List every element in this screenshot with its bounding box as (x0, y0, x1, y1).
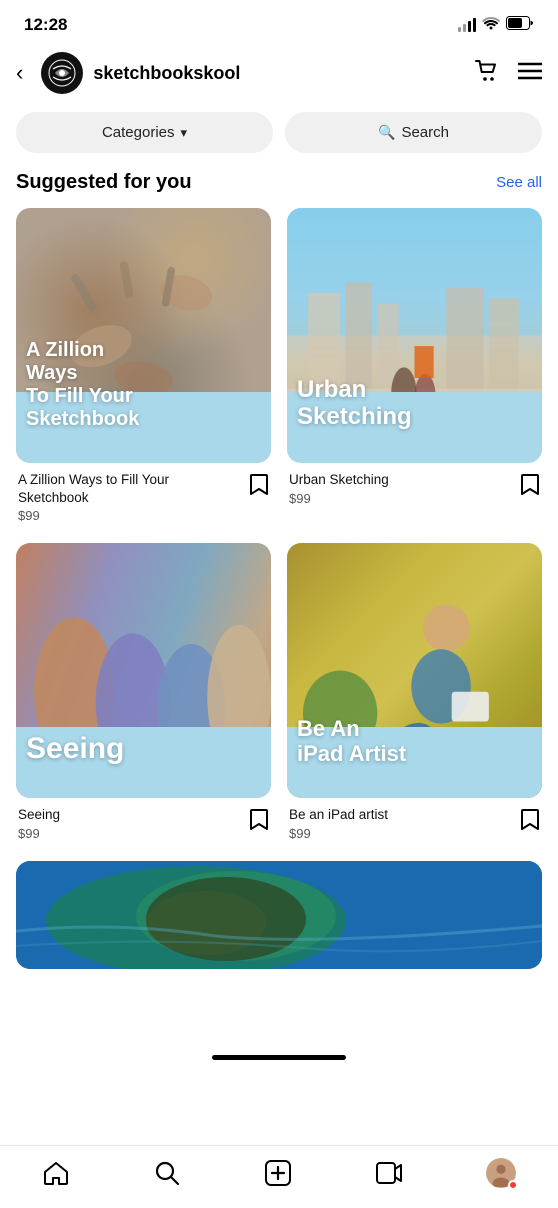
back-button[interactable]: ‹ (16, 56, 31, 90)
course-text-3: Seeing $99 (18, 806, 60, 841)
channel-name: sketchbookskool (93, 63, 464, 84)
home-indicator (212, 1055, 346, 1060)
status-bar: 12:28 (0, 0, 558, 44)
course-thumbnail-3: Seeing (16, 543, 271, 798)
search-icon: 🔍 (378, 124, 395, 141)
header: ‹ sketchbookskool (0, 44, 558, 102)
thumbnail-title-2: UrbanSketching (297, 376, 532, 431)
thumbnail-title-3: Seeing (26, 732, 261, 767)
filter-bar: Categories ▾ 🔍 Search (0, 102, 558, 167)
status-time: 12:28 (24, 15, 67, 35)
bookmark-button-4[interactable] (520, 808, 540, 837)
course-grid: A ZillionWaysTo Fill YourSketchbook A Zi… (0, 208, 558, 845)
course-name-4: Be an iPad artist (289, 806, 388, 824)
course-card-4[interactable]: Be AniPad Artist Be an iPad artist $99 (287, 543, 542, 845)
section-header: Suggested for you See all (0, 167, 558, 208)
menu-icon[interactable] (518, 62, 542, 85)
bottom-banner[interactable] (16, 861, 542, 969)
search-label: Search (401, 124, 449, 141)
wifi-icon (482, 16, 500, 35)
signal-icon (458, 18, 476, 32)
course-info-4: Be an iPad artist $99 (287, 798, 542, 845)
nav-add[interactable] (264, 1159, 292, 1187)
thumbnail-title-1: A ZillionWaysTo Fill YourSketchbook (26, 339, 261, 431)
categories-button[interactable]: Categories ▾ (16, 112, 273, 153)
search-button[interactable]: 🔍 Search (285, 112, 542, 153)
course-text-2: Urban Sketching $99 (289, 471, 389, 506)
nav-profile[interactable] (486, 1158, 516, 1188)
course-name-1: A Zillion Ways to Fill YourSketchbook (18, 471, 169, 506)
chevron-down-icon: ▾ (181, 125, 188, 141)
course-info-1: A Zillion Ways to Fill YourSketchbook $9… (16, 463, 271, 527)
header-actions (474, 59, 542, 88)
course-thumbnail-1: A ZillionWaysTo Fill YourSketchbook (16, 208, 271, 463)
course-card-3[interactable]: Seeing Seeing $99 (16, 543, 271, 845)
course-name-2: Urban Sketching (289, 471, 389, 489)
course-text-4: Be an iPad artist $99 (289, 806, 388, 841)
bookmark-button-2[interactable] (520, 473, 540, 502)
bookmark-button-1[interactable] (249, 473, 269, 502)
notification-dot (508, 1180, 518, 1190)
nav-search[interactable] (153, 1159, 181, 1187)
nav-home[interactable] (42, 1159, 70, 1187)
course-card-2[interactable]: UrbanSketching Urban Sketching $99 (287, 208, 542, 527)
channel-avatar[interactable] (41, 52, 83, 94)
see-all-link[interactable]: See all (496, 174, 542, 191)
course-card-1[interactable]: A ZillionWaysTo Fill YourSketchbook A Zi… (16, 208, 271, 527)
bottom-nav (0, 1145, 558, 1208)
categories-label: Categories (102, 124, 175, 141)
course-text-1: A Zillion Ways to Fill YourSketchbook $9… (18, 471, 169, 523)
bookmark-button-3[interactable] (249, 808, 269, 837)
course-info-2: Urban Sketching $99 (287, 463, 542, 510)
battery-icon (506, 16, 534, 35)
course-price-2: $99 (289, 491, 389, 506)
course-price-1: $99 (18, 508, 169, 523)
status-icons (458, 16, 534, 35)
course-thumbnail-2: UrbanSketching (287, 208, 542, 463)
course-info-3: Seeing $99 (16, 798, 271, 845)
course-thumbnail-4: Be AniPad Artist (287, 543, 542, 798)
section-title: Suggested for you (16, 171, 192, 194)
course-name-3: Seeing (18, 806, 60, 824)
course-price-3: $99 (18, 826, 60, 841)
nav-video[interactable] (375, 1159, 403, 1187)
cart-icon[interactable] (474, 59, 500, 88)
thumbnail-title-4: Be AniPad Artist (297, 716, 532, 767)
course-price-4: $99 (289, 826, 388, 841)
